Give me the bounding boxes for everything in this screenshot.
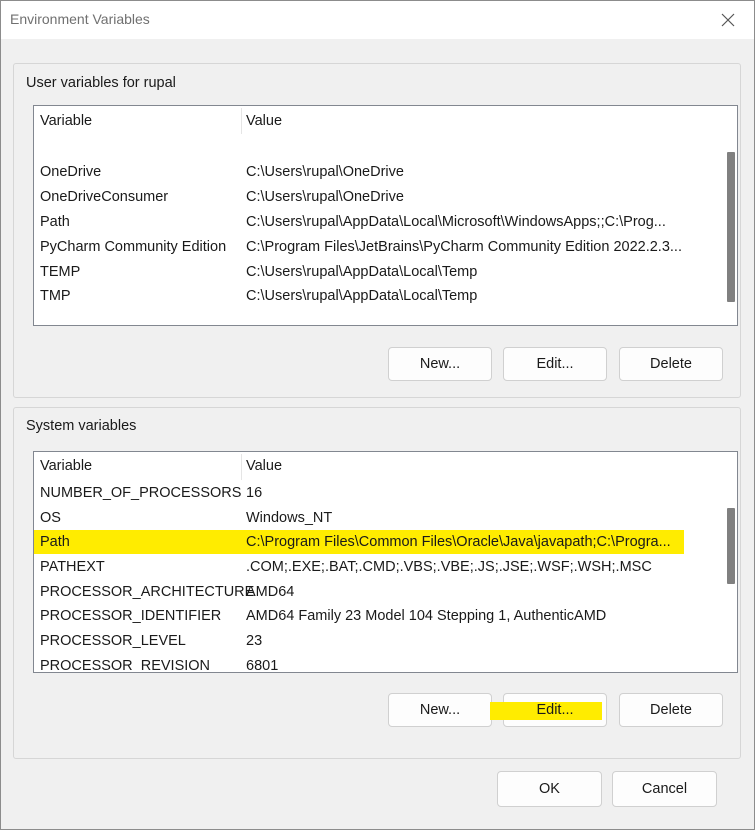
table-row[interactable]: PROCESSOR_IDENTIFIER AMD64 Family 23 Mod… — [34, 604, 709, 628]
user-variables-group: User variables for rupal Variable Value … — [13, 63, 741, 398]
system-new-button[interactable]: New... — [388, 693, 492, 727]
list-header: Variable Value — [34, 452, 737, 482]
table-row[interactable]: PyCharm Community Edition C:\Program Fil… — [34, 235, 709, 259]
button-label: Cancel — [641, 781, 688, 797]
system-delete-button[interactable]: Delete — [619, 693, 723, 727]
user-list-scrollbar[interactable] — [725, 110, 735, 321]
variable-value: AMD64 Family 23 Model 104 Stepping 1, Au… — [246, 608, 607, 624]
table-row[interactable]: OneDriveConsumer C:\Users\rupal\OneDrive — [34, 185, 709, 209]
variable-value: AMD64 — [246, 584, 295, 600]
button-label: New... — [419, 702, 461, 718]
column-divider[interactable] — [241, 108, 242, 134]
table-row[interactable]: TMP C:\Users\rupal\AppData\Local\Temp — [34, 284, 709, 308]
button-label: OK — [539, 781, 560, 797]
variable-value: C:\Users\rupal\OneDrive — [246, 189, 404, 205]
system-variables-group: System variables Variable Value NUMBER_O… — [13, 407, 741, 759]
variable-name: PyCharm Community Edition — [40, 239, 227, 255]
variable-name: PROCESSOR_REVISION — [40, 658, 211, 673]
variable-value: C:\Users\rupal\OneDrive — [246, 164, 404, 180]
table-row[interactable]: PATHEXT .COM;.EXE;.BAT;.CMD;.VBS;.VBE;.J… — [34, 555, 709, 579]
variable-name: TEMP — [40, 264, 81, 280]
variable-value: 16 — [246, 485, 263, 501]
user-delete-button[interactable]: Delete — [619, 347, 723, 381]
button-label: Delete — [650, 702, 692, 718]
variable-name: PROCESSOR_LEVEL — [40, 633, 186, 649]
variable-value: C:\Program Files\Common Files\Oracle\Jav… — [246, 534, 671, 550]
variable-name: PATHEXT — [40, 559, 105, 575]
variable-name: TMP — [40, 288, 71, 304]
scrollbar-thumb[interactable] — [727, 152, 735, 302]
table-row[interactable]: PROCESSOR_ARCHITECTURE AMD64 — [34, 580, 709, 604]
button-label: Edit... — [536, 356, 574, 372]
variable-value: C:\Program Files\JetBrains\PyCharm Commu… — [246, 239, 682, 255]
user-new-button[interactable]: New... — [388, 347, 492, 381]
table-row[interactable]: Path C:\Users\rupal\AppData\Local\Micros… — [34, 210, 709, 234]
variable-value: 6801 — [246, 658, 279, 673]
close-icon — [721, 13, 735, 27]
variable-value: .COM;.EXE;.BAT;.CMD;.VBS;.VBE;.JS;.JSE;.… — [246, 559, 652, 575]
table-row-selected[interactable]: Path C:\Program Files\Common Files\Oracl… — [34, 530, 684, 554]
environment-variables-dialog: Environment Variables User variables for… — [0, 0, 755, 830]
variable-value: C:\Users\rupal\AppData\Local\Temp — [246, 264, 478, 280]
table-row[interactable]: PROCESSOR_LEVEL 23 — [34, 629, 709, 653]
user-variables-label: User variables for rupal — [26, 75, 176, 91]
table-row[interactable]: TEMP C:\Users\rupal\AppData\Local\Temp — [34, 260, 709, 284]
table-row[interactable]: NUMBER_OF_PROCESSORS 16 — [34, 481, 709, 505]
variable-name: PROCESSOR_IDENTIFIER — [40, 608, 222, 624]
button-label: Edit... — [490, 702, 602, 720]
variable-value: Windows_NT — [246, 510, 333, 526]
variable-value: C:\Users\rupal\AppData\Local\Temp — [246, 288, 478, 304]
cancel-button[interactable]: Cancel — [612, 771, 717, 807]
button-label: Delete — [650, 356, 692, 372]
column-header-variable[interactable]: Variable — [40, 113, 92, 129]
table-row[interactable]: PROCESSOR_REVISION 6801 — [34, 654, 709, 673]
system-list-scrollbar[interactable] — [725, 456, 735, 668]
column-header-value[interactable]: Value — [246, 458, 282, 474]
variable-name: Path — [40, 534, 70, 550]
system-edit-button[interactable]: Edit... — [490, 693, 607, 727]
button-label: New... — [419, 356, 461, 372]
user-variables-list[interactable]: Variable Value OneDrive C:\Users\rupal\O… — [33, 105, 738, 326]
variable-name: OneDriveConsumer — [40, 189, 169, 205]
column-header-value[interactable]: Value — [246, 113, 282, 129]
column-divider[interactable] — [241, 454, 242, 480]
variable-name: OneDrive — [40, 164, 102, 180]
close-button[interactable] — [708, 5, 748, 35]
user-edit-button[interactable]: Edit... — [503, 347, 607, 381]
variable-name: PROCESSOR_ARCHITECTURE — [40, 584, 255, 600]
variable-name: Path — [40, 214, 70, 230]
table-row[interactable]: OS Windows_NT — [34, 506, 709, 530]
list-header: Variable Value — [34, 106, 737, 136]
title-bar: Environment Variables — [1, 1, 754, 39]
table-row[interactable]: OneDrive C:\Users\rupal\OneDrive — [34, 160, 709, 184]
system-variables-label: System variables — [26, 418, 137, 434]
variable-value: C:\Users\rupal\AppData\Local\Microsoft\W… — [246, 214, 666, 230]
ok-button[interactable]: OK — [497, 771, 602, 807]
scrollbar-thumb[interactable] — [727, 508, 735, 584]
system-variables-list[interactable]: Variable Value NUMBER_OF_PROCESSORS 16 O… — [33, 451, 738, 673]
variable-name: OS — [40, 510, 61, 526]
column-header-variable[interactable]: Variable — [40, 458, 92, 474]
variable-name: NUMBER_OF_PROCESSORS — [40, 485, 242, 501]
window-title: Environment Variables — [10, 11, 150, 27]
variable-value: 23 — [246, 633, 263, 649]
